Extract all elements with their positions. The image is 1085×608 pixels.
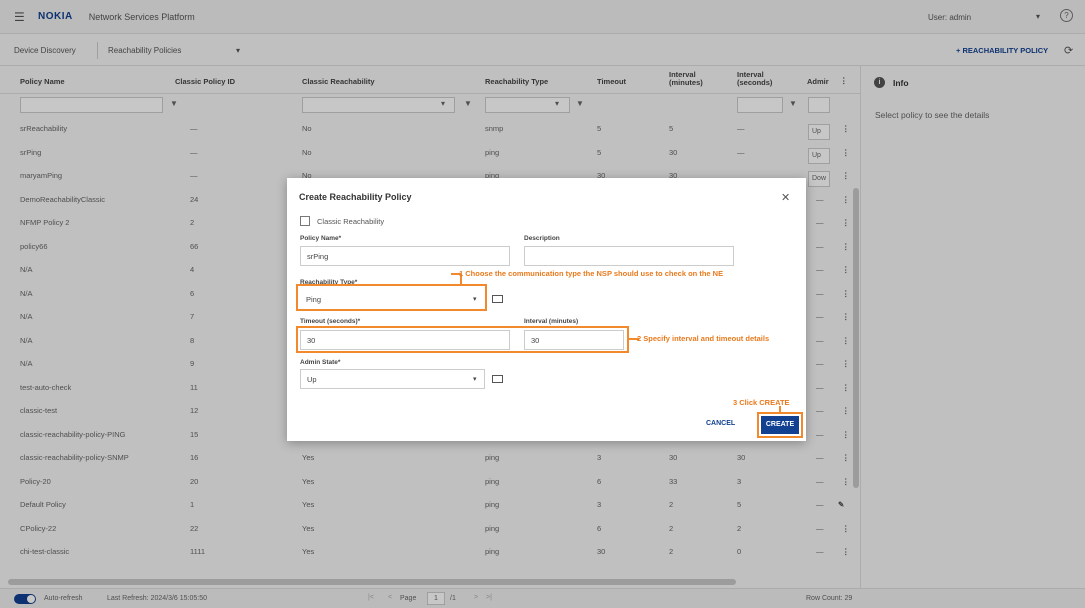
highlight-timeout-interval (296, 326, 629, 353)
dialog-title: Create Reachability Policy (299, 192, 412, 202)
callout-connector (779, 406, 781, 413)
callout-2: 2 Specify interval and timeout details (637, 334, 770, 343)
classic-reachability-checkbox[interactable] (300, 216, 310, 226)
description-label: Description (524, 235, 560, 242)
chevron-down-icon[interactable]: ▾ (473, 375, 477, 383)
timeout-label: Timeout (seconds)* (300, 318, 361, 325)
close-icon[interactable]: ✕ (781, 191, 790, 204)
copy-icon[interactable] (492, 295, 503, 303)
admin-state-label: Admin State* (300, 359, 341, 366)
description-input[interactable] (524, 246, 734, 266)
admin-state-select[interactable]: Up (300, 369, 485, 389)
highlight-reachability-type (296, 284, 487, 311)
classic-reachability-label: Classic Reachability (317, 217, 385, 226)
create-reachability-policy-dialog: Create Reachability Policy ✕ Classic Rea… (287, 178, 806, 441)
interval-label: Interval (minutes) (524, 318, 579, 325)
copy-icon[interactable] (492, 375, 503, 383)
policy-name-input[interactable]: srPing (300, 246, 510, 266)
cancel-button[interactable]: CANCEL (706, 420, 735, 427)
policy-name-label: Policy Name* (300, 235, 342, 242)
highlight-create (757, 412, 803, 438)
callout-3: 3 Click CREATE (733, 398, 790, 407)
callout-1: 1 Choose the communication type the NSP … (459, 269, 724, 278)
